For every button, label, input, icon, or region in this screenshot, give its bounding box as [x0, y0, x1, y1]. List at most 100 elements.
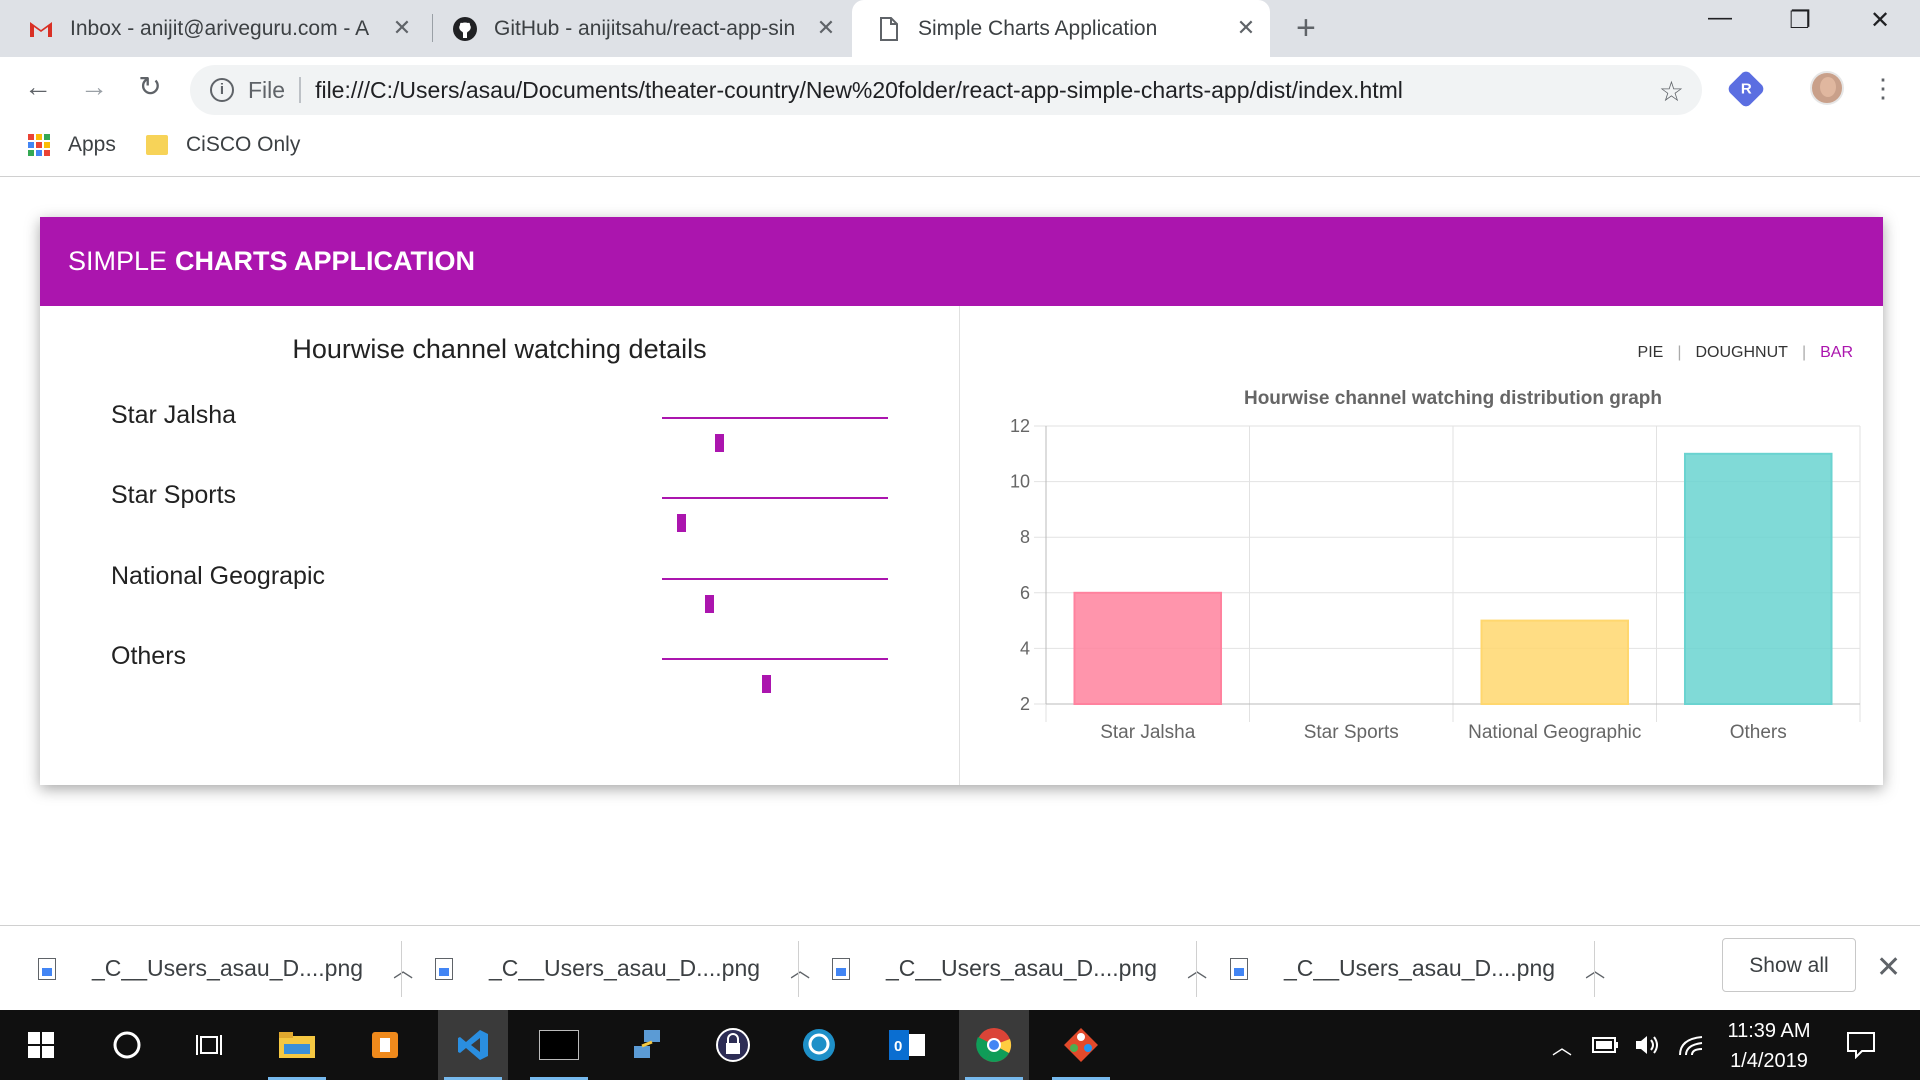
slider-track[interactable]	[662, 497, 888, 532]
chart-type-tabs: PIE | DOUGHNUT | BAR	[1638, 344, 1853, 362]
download-item[interactable]: _C__Users_asau_D....png ︿	[832, 926, 1207, 1011]
restore-icon[interactable]: ❐	[1770, 6, 1830, 35]
notifications-icon[interactable]	[1846, 1010, 1876, 1080]
profile-avatar[interactable]	[1810, 71, 1844, 105]
slider-thumb[interactable]	[705, 595, 715, 613]
terminal-icon[interactable]	[524, 1010, 594, 1080]
chevron-up-icon[interactable]: ︿	[1585, 954, 1605, 983]
slider-track[interactable]	[662, 417, 888, 452]
download-item[interactable]: _C__Users_asau_D....png ︿	[435, 926, 810, 1011]
bookmark-star-icon[interactable]: ☆	[1659, 75, 1684, 108]
info-icon[interactable]: i	[210, 78, 234, 102]
tray-chevron-up-icon[interactable]: ︿	[1552, 1010, 1572, 1080]
y-tick-label: 2	[1020, 694, 1030, 714]
back-icon[interactable]: ←	[18, 67, 58, 107]
tab-strip: Inbox - anijit@ariveguru.com - A ✕ GitHu…	[0, 0, 1920, 57]
chart-tab-bar[interactable]: BAR	[1820, 344, 1853, 362]
reload-icon[interactable]: ↻	[130, 67, 170, 107]
slider-label: Others	[111, 642, 187, 670]
minimize-icon[interactable]: —	[1690, 4, 1750, 32]
svg-text:0: 0	[894, 1038, 902, 1055]
close-tab-icon[interactable]: ✕	[1232, 14, 1260, 42]
extension-icon[interactable]: R	[1726, 69, 1766, 109]
page-icon	[876, 16, 902, 42]
chart-bar	[1683, 452, 1833, 705]
slider-thumb[interactable]	[714, 434, 724, 452]
tab-separator: |	[1677, 344, 1682, 361]
volume-icon[interactable]	[1634, 1010, 1662, 1080]
system-clock[interactable]: 11:39 AM 1/4/2019	[1712, 1016, 1826, 1076]
y-tick-label: 6	[1020, 583, 1030, 603]
cortana-search-icon[interactable]	[92, 1010, 162, 1080]
network-app-icon[interactable]	[612, 1010, 682, 1080]
tab-github[interactable]: GitHub - anijitsahu/react-app-sin ✕	[452, 0, 850, 57]
chevron-up-icon[interactable]: ︿	[393, 954, 413, 983]
download-filename: _C__Users_asau_D....png	[886, 955, 1158, 981]
gmail-icon	[28, 16, 54, 42]
downloads-shelf: _C__Users_asau_D....png ︿ _C__Users_asau…	[0, 925, 1920, 1011]
avatar-face	[1820, 77, 1836, 97]
tab-title: Simple Charts Application	[918, 16, 1158, 40]
app-card: SIMPLE CHARTS APPLICATION Hourwise chann…	[40, 217, 1883, 785]
menu-dots-icon[interactable]: ⋮	[1870, 73, 1896, 103]
bookmark-label: Apps	[68, 133, 116, 156]
slider-track[interactable]	[662, 658, 888, 693]
scheme-label: File	[248, 76, 286, 103]
app-title-prefix: SIMPLE	[68, 246, 168, 276]
download-item[interactable]: _C__Users_asau_D....png ︿	[38, 926, 413, 1011]
url-text[interactable]: file:///C:/Users/asau/Documents/theater-…	[315, 77, 1403, 104]
download-filename: _C__Users_asau_D....png	[489, 955, 761, 981]
wifi-icon[interactable]	[1678, 1010, 1704, 1080]
bookmark-label: CiSCO Only	[186, 133, 301, 156]
bar-chart: Hourwise channel watching distribution g…	[1010, 388, 1861, 743]
git-app-icon[interactable]	[1046, 1010, 1116, 1080]
battery-icon[interactable]	[1592, 1010, 1620, 1080]
bookmarks-bar: Apps CiSCO Only	[0, 123, 1920, 177]
forward-icon[interactable]: →	[74, 67, 114, 107]
x-tick-label: Others	[1730, 722, 1787, 743]
chart-tab-pie[interactable]: PIE	[1638, 344, 1664, 362]
task-view-icon[interactable]	[176, 1010, 246, 1080]
close-downloads-icon[interactable]: ✕	[1876, 950, 1901, 985]
vscode-icon[interactable]	[438, 1010, 508, 1080]
folder-icon	[146, 135, 168, 155]
close-tab-icon[interactable]: ✕	[388, 14, 416, 42]
file-explorer-icon[interactable]	[262, 1010, 332, 1080]
download-filename: _C__Users_asau_D....png	[92, 955, 364, 981]
tab-gmail[interactable]: Inbox - anijit@ariveguru.com - A ✕	[28, 0, 426, 57]
bookmark-apps[interactable]: Apps	[28, 133, 116, 157]
lock-app-icon[interactable]	[698, 1010, 768, 1080]
download-divider	[401, 941, 402, 997]
outlook-icon[interactable]: 0	[872, 1010, 942, 1080]
download-item[interactable]: _C__Users_asau_D....png ︿	[1230, 926, 1605, 1011]
taskbar: 0 ︿ 11:39 AM 1/4/2019	[0, 1010, 1920, 1080]
chart-bar	[1480, 619, 1630, 706]
close-tab-icon[interactable]: ✕	[812, 14, 840, 42]
image-file-icon	[435, 957, 453, 980]
chevron-up-icon[interactable]: ︿	[790, 954, 810, 983]
download-divider	[1594, 941, 1595, 997]
chart-title: Hourwise channel watching distribution g…	[1244, 388, 1662, 409]
slider-track[interactable]	[662, 578, 888, 613]
new-tab-button[interactable]: +	[1296, 10, 1316, 46]
close-window-icon[interactable]: ✕	[1850, 6, 1910, 35]
bookmark-cisco-only[interactable]: CiSCO Only	[146, 133, 300, 157]
app-orange-icon[interactable]	[350, 1010, 420, 1080]
chart-tab-doughnut[interactable]: DOUGHNUT	[1696, 344, 1788, 362]
slider-thumb[interactable]	[761, 675, 771, 693]
chevron-up-icon[interactable]: ︿	[1187, 954, 1207, 983]
app-header: SIMPLE CHARTS APPLICATION	[40, 217, 1883, 306]
chat-app-icon[interactable]	[784, 1010, 854, 1080]
address-bar[interactable]: i File file:///C:/Users/asau/Documents/t…	[190, 65, 1702, 115]
browser-toolbar: ← → ↻ i File file:///C:/Users/asau/Docum…	[0, 57, 1920, 123]
image-file-icon	[38, 957, 56, 980]
slider-thumb[interactable]	[676, 514, 686, 532]
download-divider	[1196, 941, 1197, 997]
tab-simple-charts[interactable]: Simple Charts Application ✕	[852, 0, 1270, 57]
show-all-button[interactable]: Show all	[1722, 938, 1856, 992]
chrome-icon[interactable]	[959, 1010, 1029, 1080]
extension-badge: R	[1740, 80, 1752, 97]
windows-start-icon[interactable]	[6, 1010, 76, 1080]
clock-date: 1/4/2019	[1730, 1050, 1808, 1072]
slider-row: National Geograpic	[40, 552, 959, 613]
